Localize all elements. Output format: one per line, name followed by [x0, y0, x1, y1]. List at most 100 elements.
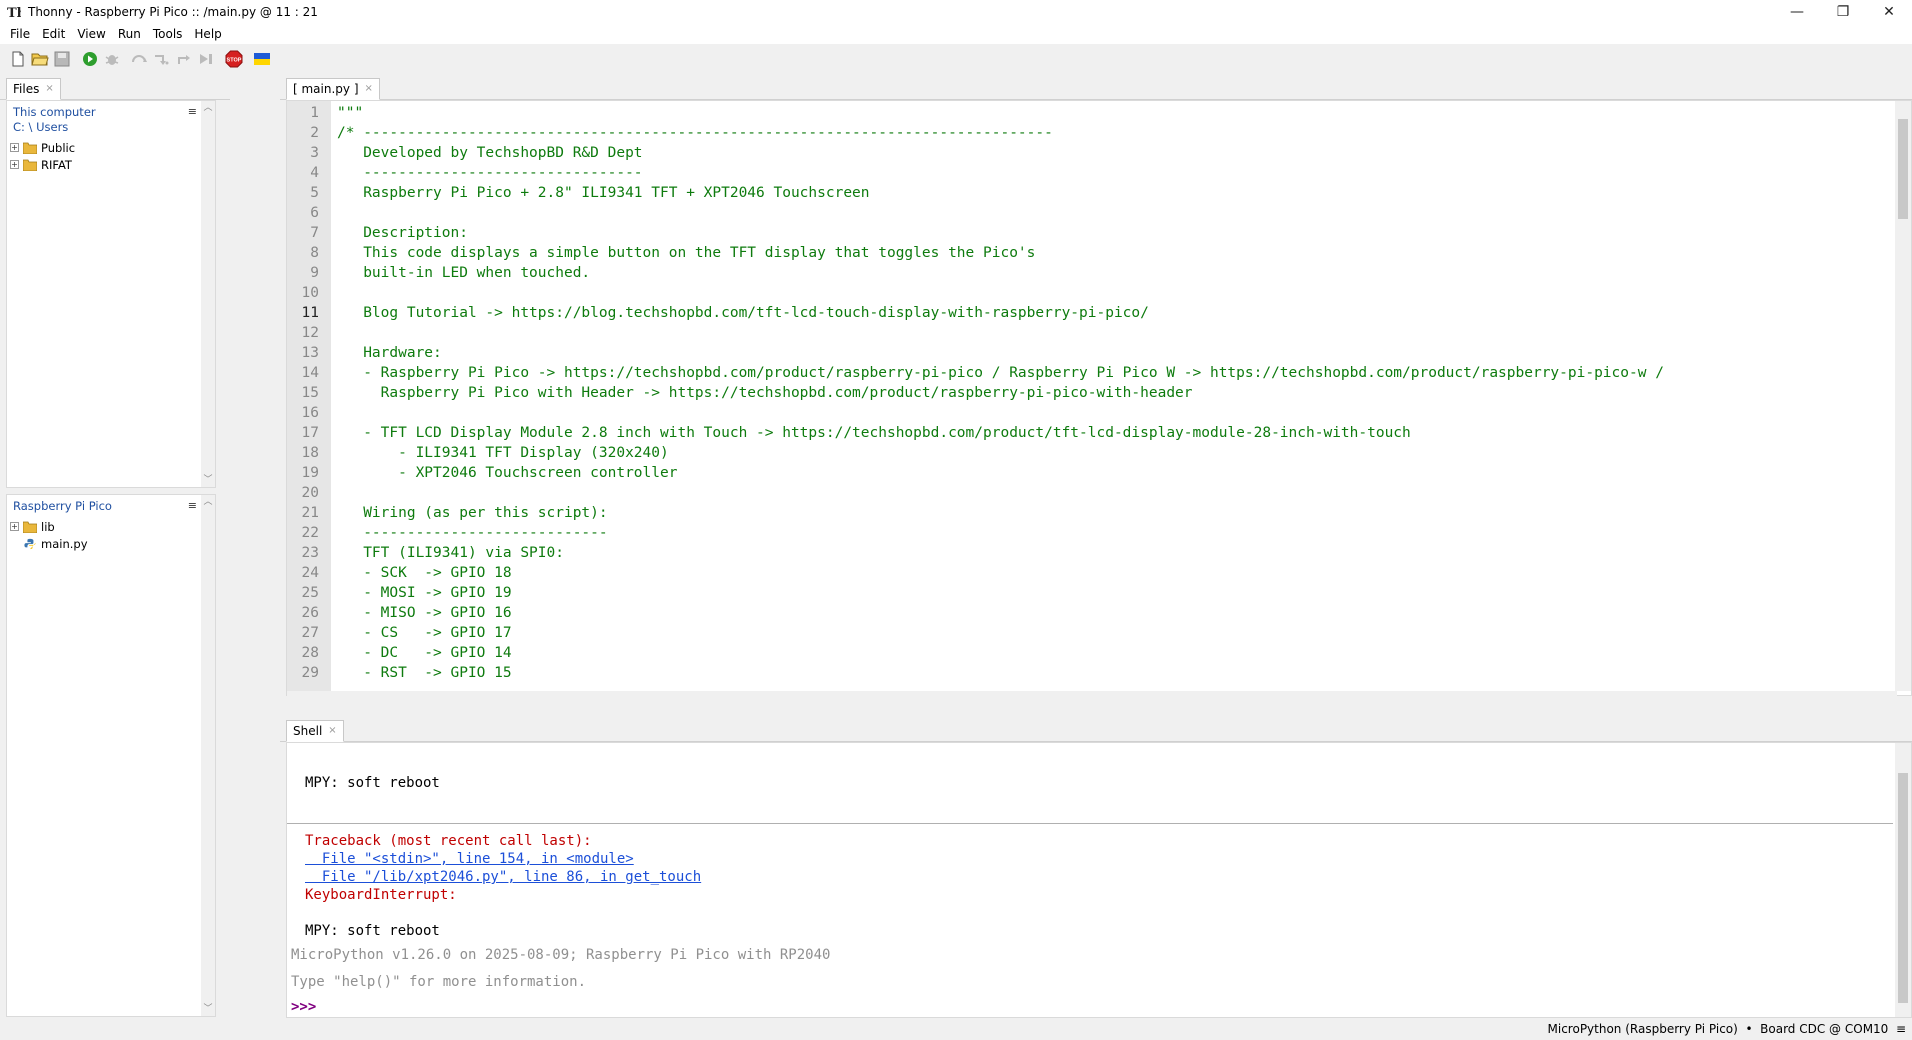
code-line[interactable]: Hardware: — [337, 345, 442, 361]
code-line[interactable]: - MOSI -> GPIO 19 — [337, 585, 511, 601]
interpreter-status[interactable]: MicroPython (Raspberry Pi Pico) • Board … — [1548, 1022, 1906, 1036]
resume-icon[interactable] — [196, 49, 216, 69]
menu-bar: File Edit View Run Tools Help — [0, 24, 1912, 44]
editor-tabbar: [ main.py ] × — [280, 76, 1912, 100]
traceback-link[interactable]: File "<stdin>", line 154, in <module> — [305, 851, 634, 867]
debug-icon[interactable] — [102, 49, 122, 69]
code-line[interactable]: Blog Tutorial -> https://blog.techshopbd… — [337, 305, 1149, 321]
menu-file[interactable]: File — [4, 27, 36, 41]
run-icon[interactable] — [80, 49, 100, 69]
restore-button[interactable]: ❐ — [1820, 0, 1866, 24]
code-editor[interactable]: 1 2 3 4 5 6 7 8 9 10 11 12 13 14 15 16 17 18 19 20 21 22 23 24 2… — [286, 100, 1912, 707]
code-line[interactable]: TFT (ILI9341) via SPI0: — [337, 545, 564, 561]
scroll-thumb[interactable] — [1898, 119, 1908, 219]
step-out-icon[interactable] — [174, 49, 194, 69]
expand-icon[interactable]: + — [10, 143, 19, 152]
device-files-header[interactable]: Raspberry Pi Pico — [7, 495, 215, 514]
code-line[interactable]: - TFT LCD Display Module 2.8 inch with T… — [337, 425, 1411, 441]
tree-item-lib[interactable]: + lib — [7, 518, 215, 535]
code-line[interactable]: - DC -> GPIO 14 — [337, 645, 511, 661]
svg-text:Th: Th — [7, 6, 21, 19]
code-line[interactable]: - Raspberry Pi Pico -> https://techshopb… — [337, 365, 1664, 381]
line-number: 12 — [301, 325, 319, 341]
menu-tools[interactable]: Tools — [147, 27, 189, 41]
code-line[interactable]: - CS -> GPIO 17 — [337, 625, 511, 641]
menu-view[interactable]: View — [71, 27, 111, 41]
step-into-icon[interactable] — [152, 49, 172, 69]
code-line[interactable]: This code displays a simple button on th… — [337, 245, 1035, 261]
new-file-icon[interactable] — [8, 49, 28, 69]
tree-item-label: RIFAT — [41, 157, 72, 172]
tab-main-py[interactable]: [ main.py ] × — [286, 78, 380, 100]
stop-icon-label: STOP — [227, 58, 242, 64]
close-icon[interactable]: × — [365, 83, 373, 94]
shell-console[interactable]: MPY: soft reboot Traceback (most recent … — [286, 742, 1912, 1018]
line-number: 8 — [310, 245, 319, 261]
local-files-header[interactable]: This computer — [7, 101, 215, 120]
local-files-scrollbar[interactable]: ︿ ﹀ — [201, 101, 215, 487]
line-number: 15 — [301, 385, 319, 401]
code-line[interactable]: Description: — [337, 225, 468, 241]
scroll-down-icon[interactable]: ﹀ — [201, 1002, 215, 1016]
traceback-link[interactable]: File "/lib/xpt2046.py", line 86, in get_… — [305, 869, 701, 885]
code-line[interactable]: ---------------------------- — [337, 525, 607, 541]
folder-icon — [23, 159, 37, 171]
scroll-up-icon[interactable]: ︿ — [201, 101, 215, 115]
code-line[interactable]: /* -------------------------------------… — [337, 125, 1053, 141]
step-over-icon[interactable] — [130, 49, 150, 69]
code-line[interactable]: - SCK -> GPIO 18 — [337, 565, 511, 581]
menu-edit[interactable]: Edit — [36, 27, 71, 41]
tree-item-rifat[interactable]: + RIFAT — [7, 156, 215, 173]
shell-vertical-scrollbar[interactable] — [1895, 743, 1911, 1017]
code-line[interactable]: built-in LED when touched. — [337, 265, 590, 281]
menu-run[interactable]: Run — [112, 27, 147, 41]
folder-icon — [23, 142, 37, 154]
code-line[interactable]: """ — [337, 105, 363, 121]
menu-help[interactable]: Help — [188, 27, 227, 41]
close-icon[interactable]: × — [328, 725, 336, 736]
local-files-path[interactable]: C: \ Users — [7, 120, 215, 135]
open-file-icon[interactable] — [30, 49, 50, 69]
panel-menu-icon[interactable]: ≡ — [188, 105, 197, 118]
code-line[interactable]: Developed by TechshopBD R&D Dept — [337, 145, 642, 161]
line-number: 21 — [301, 505, 319, 521]
line-number: 26 — [301, 605, 319, 621]
tab-files[interactable]: Files × — [6, 78, 61, 100]
code-line[interactable]: Raspberry Pi Pico + 2.8" ILI9341 TFT + X… — [337, 185, 869, 201]
editor-vertical-scrollbar[interactable] — [1895, 101, 1911, 691]
scroll-up-icon[interactable]: ︿ — [201, 495, 215, 509]
code-line[interactable]: Wiring (as per this script): — [337, 505, 607, 521]
panel-menu-icon[interactable]: ≡ — [188, 499, 197, 512]
expand-icon[interactable]: + — [10, 522, 19, 531]
shell-line: Type "help()" for more information. — [291, 974, 587, 990]
tab-shell[interactable]: Shell × — [286, 720, 344, 742]
save-file-icon[interactable] — [52, 49, 72, 69]
window-title: Thonny - Raspberry Pi Pico :: /main.py @… — [28, 5, 318, 19]
line-number: 9 — [310, 265, 319, 281]
code-line[interactable]: - XPT2046 Touchscreen controller — [337, 465, 677, 481]
device-files-scrollbar[interactable]: ︿ ﹀ — [201, 495, 215, 1016]
line-number: 3 — [310, 145, 319, 161]
minimize-button[interactable]: — — [1774, 0, 1820, 24]
tree-item-label: Public — [41, 140, 76, 155]
line-number: 11 — [301, 305, 319, 321]
code-line[interactable]: -------------------------------- — [337, 165, 642, 181]
scroll-down-icon[interactable]: ﹀ — [201, 473, 215, 487]
code-line[interactable]: Raspberry Pi Pico with Header -> https:/… — [337, 385, 1193, 401]
code-line[interactable]: - ILI9341 TFT Display (320x240) — [337, 445, 669, 461]
tree-item-public[interactable]: + Public — [7, 139, 215, 156]
close-window-button[interactable]: ✕ — [1866, 0, 1912, 24]
stop-icon[interactable]: STOP — [224, 49, 244, 69]
line-number: 5 — [310, 185, 319, 201]
status-bar: MicroPython (Raspberry Pi Pico) • Board … — [0, 1018, 1912, 1040]
thonny-logo-icon: Th — [6, 4, 22, 20]
code-line[interactable]: - MISO -> GPIO 16 — [337, 605, 511, 621]
code-line[interactable]: - RST -> GPIO 15 — [337, 665, 511, 681]
scroll-thumb[interactable] — [1898, 773, 1908, 1003]
expand-icon[interactable]: + — [10, 160, 19, 169]
flag-icon[interactable] — [252, 49, 272, 69]
tree-item-main-py[interactable]: main.py — [7, 535, 215, 552]
shell-prompt[interactable]: >>> — [291, 999, 316, 1015]
close-icon[interactable]: × — [45, 83, 53, 94]
editor-horizontal-scrollbar[interactable] — [287, 691, 1897, 707]
